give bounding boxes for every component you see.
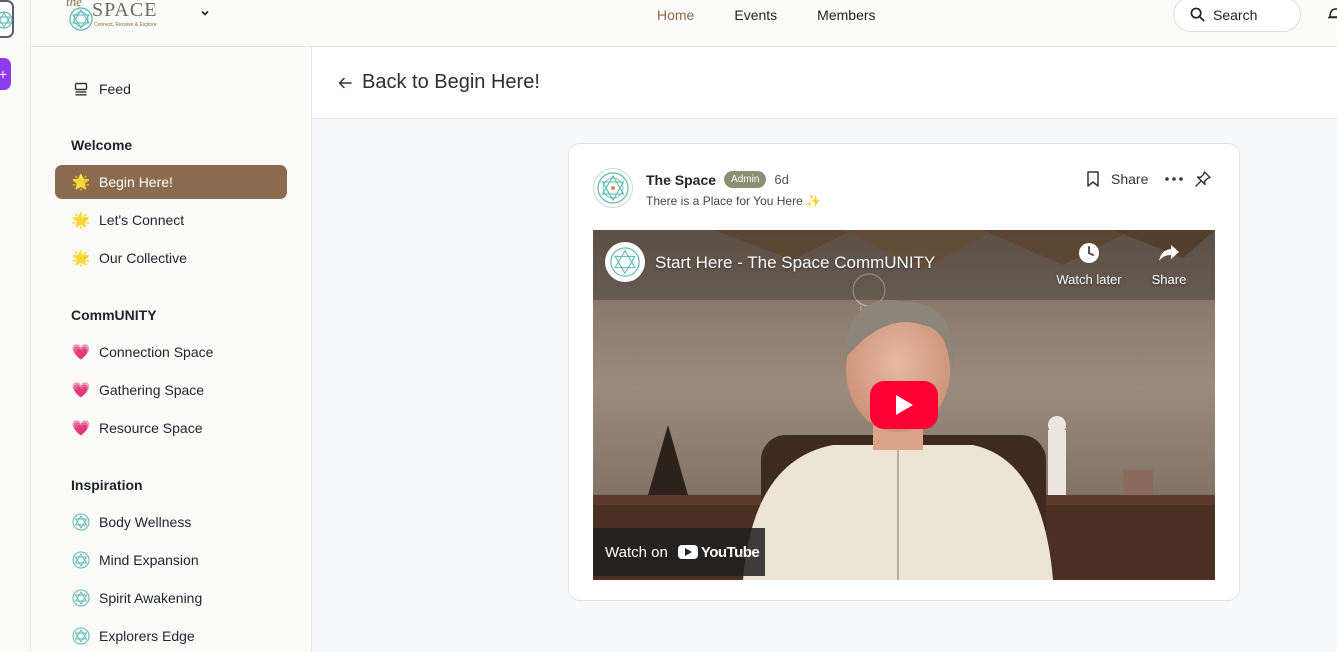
workspace-rail: + · [0,0,31,652]
mandala-icon [610,247,640,277]
watch-on-youtube-button[interactable]: Watch on YouTube [593,528,765,576]
brand-wordmark: SPACE [92,0,158,21]
play-icon [896,395,913,415]
nav-home[interactable]: Home [657,7,694,23]
mandala-icon [71,551,91,569]
sidebar-item-label: Our Collective [99,250,187,266]
heart-icon: 💗 [71,382,91,399]
sidebar-item-spirit-awakening[interactable]: Spirit Awakening [55,581,287,615]
sidebar-item-label: Feed [99,81,131,97]
sidebar-item-label: Body Wellness [99,514,192,530]
play-button[interactable] [870,381,938,429]
mandala-icon [71,627,91,645]
sidebar-item-our-collective[interactable]: 🌟 Our Collective [55,241,287,275]
channel-avatar[interactable] [605,242,645,282]
brand-logo: the SPACE Connect, Receive & Explore [66,0,178,36]
youtube-wordmark: YouTube [700,543,760,561]
post-author[interactable]: The Space [646,172,716,188]
sidebar-item-feed[interactable]: Feed [55,72,287,106]
section-heading-welcome: Welcome [71,137,133,153]
mandala-icon [0,11,12,29]
post-actions: Share [1085,170,1212,188]
sidebar-item-connection-space[interactable]: 💗 Connection Space [55,335,287,369]
sidebar-item-lets-connect[interactable]: 🌟 Let's Connect [55,203,287,237]
sidebar: Feed Welcome 🌟 Begin Here! 🌟 Let's Conne… [31,47,312,652]
workspace-logo[interactable] [0,0,14,38]
search-label: Search [1213,6,1258,23]
video-share-button[interactable]: Share [1129,242,1209,287]
top-bar: the SPACE Connect, Receive & Explore Hom… [31,0,1337,47]
nav-members[interactable]: Members [817,7,875,23]
search-button[interactable]: Search [1173,0,1301,32]
sidebar-item-gathering-space[interactable]: 💗 Gathering Space [55,373,287,407]
more-options-icon[interactable] [1164,176,1184,182]
youtube-logo: YouTube [677,543,760,561]
sidebar-item-resource-space[interactable]: 💗 Resource Space [55,411,287,445]
add-workspace-button[interactable]: + [0,58,11,90]
glowing-star-icon: 🌟 [71,212,91,229]
sidebar-item-label: Spirit Awakening [99,590,203,606]
heart-icon: 💗 [71,344,91,361]
sidebar-item-explorers-edge[interactable]: Explorers Edge [55,619,287,652]
arrow-left-icon [338,77,352,88]
glowing-star-icon: 🌟 [71,174,91,191]
admin-badge: Admin [724,171,767,188]
watch-later-label: Watch later [1056,272,1122,287]
youtube-play-icon [677,545,698,559]
rail-indicator: · [0,119,2,129]
sidebar-item-mind-expansion[interactable]: Mind Expansion [55,543,287,577]
brand-script: the [66,0,82,9]
sidebar-item-body-wellness[interactable]: Body Wellness [55,505,287,539]
video-embed[interactable]: Start Here - The Space CommUNITY Watch l… [593,230,1215,580]
brand-menu[interactable]: the SPACE Connect, Receive & Explore [66,0,209,36]
sidebar-item-label: Gathering Space [99,382,205,398]
share-button[interactable]: Share [1111,171,1148,187]
mandala-icon [597,172,629,204]
post-subtitle: There is a Place for You Here ✨ [646,194,822,208]
watch-later-button[interactable]: Watch later [1049,242,1129,287]
search-icon [1190,7,1205,22]
sidebar-item-label: Let's Connect [99,212,185,228]
sidebar-item-label: Mind Expansion [99,552,199,568]
sidebar-item-label: Explorers Edge [99,628,195,644]
post-card: The Space Admin 6d There is a Place for … [568,143,1240,601]
pin-icon[interactable] [1194,170,1212,188]
post-time: 6d [774,172,789,187]
back-link[interactable]: Back to Begin Here! [338,71,540,94]
avatar[interactable] [593,168,633,208]
back-link-label: Back to Begin Here! [362,71,540,93]
nav-events[interactable]: Events [734,7,777,23]
video-title[interactable]: Start Here - The Space CommUNITY [655,253,935,273]
bookmark-icon[interactable] [1085,170,1101,188]
post-author-row: The Space Admin 6d [646,171,789,188]
chevron-down-icon[interactable] [200,8,210,21]
clock-icon [1079,243,1099,263]
bell-icon[interactable] [1328,6,1337,22]
sidebar-item-label: Connection Space [99,344,214,360]
watch-on-label: Watch on [605,543,668,561]
mandala-icon [71,589,91,607]
sidebar-item-begin-here[interactable]: 🌟 Begin Here! [55,165,287,199]
share-arrow-icon [1159,245,1179,261]
section-heading-inspiration: Inspiration [71,477,143,493]
video-share-label: Share [1151,272,1187,287]
feed-icon [71,82,91,96]
mandala-icon [71,513,91,531]
glowing-star-icon: 🌟 [71,250,91,267]
page-header: Back to Begin Here! [312,47,1337,119]
sidebar-item-label: Begin Here! [99,174,173,190]
sidebar-item-label: Resource Space [99,420,203,436]
section-heading-community: CommUNITY [71,307,157,323]
brand-tagline: Connect, Receive & Explore [94,22,157,28]
main-nav: Home Events Members [657,0,876,30]
heart-icon: 💗 [71,420,91,437]
